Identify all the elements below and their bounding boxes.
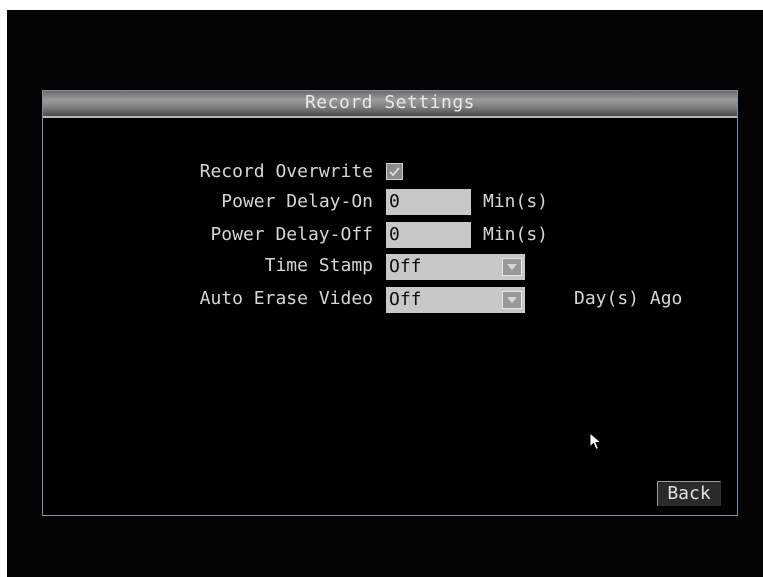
back-button[interactable]: Back: [657, 481, 721, 506]
title-bar: Record Settings: [43, 91, 737, 118]
time-stamp-value: Off: [389, 256, 422, 277]
chevron-down-icon: [507, 264, 517, 270]
dialog-title: Record Settings: [304, 92, 476, 113]
record-overwrite-checkbox[interactable]: [386, 163, 403, 180]
power-delay-on-field[interactable]: 0: [386, 189, 471, 215]
screen: Record Settings Record Overwrite Power D…: [0, 0, 763, 577]
auto-erase-video-value: Off: [389, 289, 422, 310]
power-delay-off-unit: Min(s): [483, 224, 549, 245]
time-stamp-label: Time Stamp: [264, 255, 373, 276]
mouse-pointer-icon: [589, 432, 603, 451]
time-stamp-dropdown-button[interactable]: [502, 258, 522, 276]
power-delay-off-label: Power Delay-Off: [210, 224, 373, 245]
record-overwrite-label: Record Overwrite: [199, 161, 373, 182]
record-settings-dialog: Record Settings Record Overwrite Power D…: [42, 90, 738, 516]
power-delay-on-label: Power Delay-On: [221, 191, 373, 212]
power-delay-off-field[interactable]: 0: [386, 222, 471, 248]
check-icon: [389, 167, 400, 177]
auto-erase-video-label: Auto Erase Video: [199, 288, 373, 309]
auto-erase-video-dropdown-button[interactable]: [502, 291, 522, 309]
auto-erase-video-select[interactable]: Off: [386, 287, 525, 313]
time-stamp-select[interactable]: Off: [386, 254, 525, 280]
auto-erase-video-unit: Day(s) Ago: [574, 288, 683, 309]
chevron-down-icon: [507, 297, 517, 303]
power-delay-on-unit: Min(s): [483, 191, 549, 212]
monitor-area: Record Settings Record Overwrite Power D…: [7, 10, 763, 577]
